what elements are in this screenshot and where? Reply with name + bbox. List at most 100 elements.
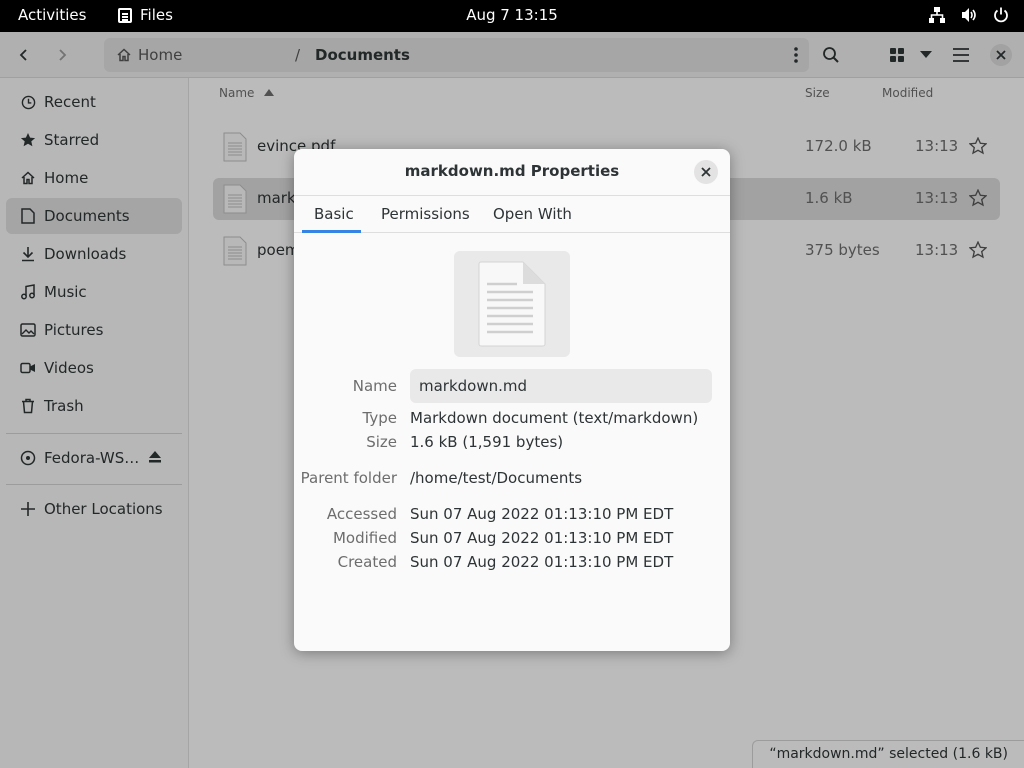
file-icon [223, 184, 247, 218]
forward-button[interactable] [46, 39, 78, 71]
parent-folder-value[interactable]: /home/test/Documents [410, 469, 582, 487]
tab-basic[interactable]: Basic [314, 205, 354, 223]
eject-icon[interactable] [148, 450, 162, 468]
accessed-value: Sun 07 Aug 2022 01:13:10 PM EDT [410, 505, 674, 523]
app-name: Files [140, 6, 173, 24]
home-icon [117, 48, 131, 62]
sidebar-item-recent[interactable]: Recent [6, 84, 182, 120]
window-close-button[interactable] [985, 39, 1017, 71]
file-icon [223, 236, 247, 270]
file-icon [223, 132, 247, 166]
accessed-label: Accessed [326, 505, 397, 523]
plus-icon [20, 501, 36, 517]
search-icon [823, 47, 839, 63]
size-value: 1.6 kB (1,591 bytes) [410, 433, 564, 451]
path-bar: Home / Documents [104, 38, 809, 72]
sidebar-item-home[interactable]: Home [6, 160, 182, 196]
tab-open-with[interactable]: Open With [493, 205, 572, 223]
name-field[interactable] [410, 369, 712, 403]
file-thumbnail [454, 251, 570, 357]
sidebar-item-music[interactable]: Music [6, 274, 182, 310]
search-button[interactable] [815, 39, 847, 71]
document-icon [478, 261, 546, 347]
sidebar-divider [6, 484, 182, 485]
tab-permissions[interactable]: Permissions [381, 205, 470, 223]
sidebar: Recent Starred Home Documents Downloads … [0, 78, 189, 768]
sidebar-item-label: Music [44, 283, 87, 301]
path-home-button[interactable]: Home [116, 46, 182, 64]
sidebar-item-trash[interactable]: Trash [6, 388, 182, 424]
sidebar-item-device[interactable]: Fedora-WS… [6, 440, 182, 476]
sort-ascending-icon [264, 89, 275, 96]
chevron-left-icon [19, 49, 27, 61]
hamburger-icon [953, 48, 969, 62]
column-header-modified[interactable]: Modified [882, 86, 933, 100]
modified-label: Modified [332, 529, 397, 547]
column-header-name[interactable]: Name [219, 86, 275, 100]
star-icon[interactable] [968, 188, 988, 211]
app-menu-button[interactable]: Files [118, 6, 173, 24]
type-value: Markdown document (text/markdown) [410, 409, 699, 427]
music-icon [20, 284, 36, 300]
volume-icon[interactable] [960, 6, 978, 24]
path-menu-button[interactable] [793, 46, 799, 68]
clock[interactable]: Aug 7 13:15 [466, 6, 558, 24]
vertical-dots-icon [794, 47, 798, 63]
name-label: Name [352, 377, 397, 395]
grid-icon [890, 48, 904, 62]
grid-view-button[interactable] [881, 39, 913, 71]
caret-down-icon [920, 51, 932, 58]
modified-value: Sun 07 Aug 2022 01:13:10 PM EDT [410, 529, 674, 547]
sidebar-item-label: Starred [44, 131, 100, 149]
close-icon [996, 50, 1006, 60]
sidebar-item-label: Trash [44, 397, 84, 415]
disk-icon [20, 450, 36, 466]
file-modified: 13:13 [915, 137, 959, 155]
files-app-icon [118, 7, 132, 23]
star-icon[interactable] [968, 240, 988, 263]
sidebar-item-label: Videos [44, 359, 94, 377]
header-bar: Home / Documents [0, 32, 1024, 78]
file-size: 375 bytes [805, 241, 880, 259]
dialog-close-button[interactable] [694, 160, 718, 184]
network-icon[interactable] [928, 6, 946, 24]
trash-icon [20, 398, 36, 414]
sidebar-item-label: Recent [44, 93, 96, 111]
sidebar-item-label: Downloads [44, 245, 127, 263]
activities-button[interactable]: Activities [18, 6, 86, 24]
sidebar-item-label: Home [44, 169, 89, 187]
sidebar-item-other-locations[interactable]: Other Locations [6, 491, 182, 527]
main-menu-button[interactable] [945, 39, 977, 71]
size-label: Size [366, 433, 397, 451]
power-icon[interactable] [992, 6, 1010, 24]
sidebar-item-documents[interactable]: Documents [6, 198, 182, 234]
back-button[interactable] [8, 39, 40, 71]
sidebar-item-label: Fedora-WS… [44, 449, 140, 467]
top-bar: Activities Files Aug 7 13:15 [0, 0, 1024, 32]
selection-status: “markdown.md” selected (1.6 kB) [752, 740, 1024, 768]
sidebar-divider [6, 433, 182, 434]
clock-icon [20, 94, 36, 110]
view-options-button[interactable] [910, 39, 942, 71]
sidebar-item-videos[interactable]: Videos [6, 350, 182, 386]
path-home-label: Home [138, 46, 183, 64]
star-icon[interactable] [968, 136, 988, 159]
created-value: Sun 07 Aug 2022 01:13:10 PM EDT [410, 553, 674, 571]
sidebar-item-starred[interactable]: Starred [6, 122, 182, 158]
sidebar-item-pictures[interactable]: Pictures [6, 312, 182, 348]
chevron-right-icon [59, 49, 67, 61]
created-label: Created [337, 553, 397, 571]
dialog-tabs: Basic Permissions Open With [294, 195, 730, 233]
column-header-label: Name [219, 86, 255, 100]
system-tray[interactable] [928, 6, 1010, 24]
sidebar-item-downloads[interactable]: Downloads [6, 236, 182, 272]
column-header-size[interactable]: Size [805, 86, 830, 100]
parent-folder-label: Parent folder [300, 469, 397, 487]
sidebar-item-label: Documents [44, 207, 130, 225]
home-icon [20, 170, 36, 186]
path-current-button[interactable]: Documents [315, 46, 410, 64]
file-modified: 13:13 [915, 189, 959, 207]
file-modified: 13:13 [915, 241, 959, 259]
download-icon [20, 246, 36, 262]
picture-icon [20, 322, 36, 338]
